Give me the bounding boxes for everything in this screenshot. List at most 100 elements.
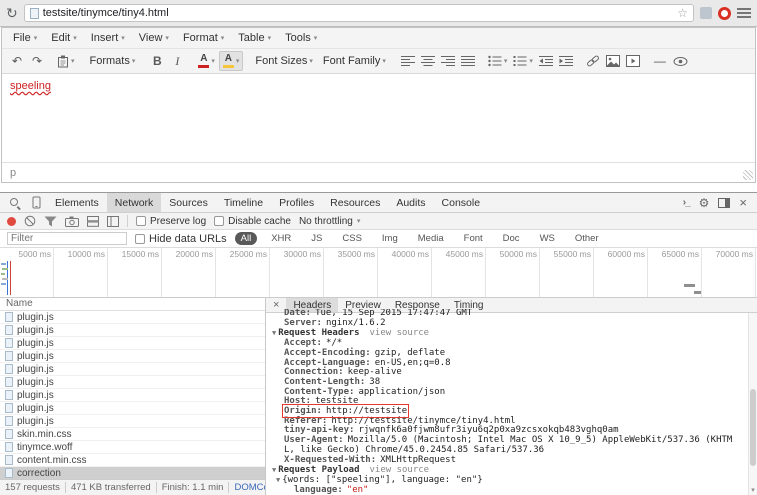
formats-dropdown[interactable]: Formats▾ xyxy=(85,51,141,71)
link-button[interactable] xyxy=(583,51,603,71)
outdent-button[interactable] xyxy=(536,51,556,71)
filter-funnel-icon[interactable] xyxy=(44,216,57,227)
name-column-header[interactable]: Name xyxy=(0,298,265,311)
preserve-log-toggle[interactable]: Preserve log xyxy=(136,216,206,227)
tab-console[interactable]: Console xyxy=(434,193,489,212)
device-mode-button[interactable] xyxy=(25,193,47,212)
view-source-link[interactable]: view source xyxy=(370,328,430,338)
image-button[interactable] xyxy=(603,51,623,71)
bookmark-star-icon[interactable]: ☆ xyxy=(677,7,688,19)
filter-type-xhr[interactable]: XHR xyxy=(265,232,297,245)
record-extension-icon[interactable] xyxy=(718,7,731,20)
media-button[interactable] xyxy=(623,51,643,71)
bullet-list-button[interactable]: ▾ xyxy=(485,51,511,71)
request-row[interactable]: plugin.js xyxy=(0,376,265,389)
element-path[interactable]: p xyxy=(10,167,16,179)
console-drawer-icon[interactable]: ›_ xyxy=(683,197,690,208)
align-center-button[interactable] xyxy=(418,51,438,71)
tab-profiles[interactable]: Profiles xyxy=(271,193,322,212)
backcolor-button[interactable]: A ▾ xyxy=(219,51,244,71)
filter-type-media[interactable]: Media xyxy=(412,232,450,245)
horizontal-rule-button[interactable]: — xyxy=(650,51,670,71)
throttling-dropdown[interactable]: No throttling▾ xyxy=(299,216,360,227)
menu-insert[interactable]: Insert▾ xyxy=(84,28,132,48)
request-row[interactable]: skin.min.css xyxy=(0,428,265,441)
filter-input[interactable] xyxy=(7,232,127,245)
request-row-selected[interactable]: correction xyxy=(0,467,265,479)
scrollbar-thumb[interactable] xyxy=(750,389,756,465)
preserve-log-checkbox[interactable] xyxy=(136,216,146,226)
filter-type-doc[interactable]: Doc xyxy=(497,232,526,245)
menu-table[interactable]: Table▾ xyxy=(231,28,278,48)
redo-button[interactable]: ↷ xyxy=(27,51,47,71)
misspelled-word[interactable]: speeling xyxy=(10,80,51,92)
filter-type-all[interactable]: All xyxy=(235,232,258,245)
filter-type-ws[interactable]: WS xyxy=(534,232,561,245)
hide-data-urls-toggle[interactable]: Hide data URLs xyxy=(135,233,227,245)
settings-gear-icon[interactable]: ⚙ xyxy=(699,197,710,209)
request-row[interactable]: plugin.js xyxy=(0,337,265,350)
numbered-list-button[interactable]: ▾ xyxy=(510,51,536,71)
italic-button[interactable]: I xyxy=(167,51,187,71)
filter-type-css[interactable]: CSS xyxy=(336,232,368,245)
network-overview-timeline[interactable]: 5000 ms 10000 ms 15000 ms 20000 ms 25000… xyxy=(0,248,757,298)
disable-cache-checkbox[interactable] xyxy=(214,216,224,226)
request-row[interactable]: plugin.js xyxy=(0,350,265,363)
extension-icon[interactable] xyxy=(700,7,712,19)
menu-view[interactable]: View▾ xyxy=(132,28,176,48)
font-family-dropdown[interactable]: Font Family▾ xyxy=(318,51,391,71)
camera-icon[interactable] xyxy=(65,216,79,227)
paste-button[interactable]: ▾ xyxy=(54,51,78,71)
bold-button[interactable]: B xyxy=(147,51,167,71)
disable-cache-toggle[interactable]: Disable cache xyxy=(214,216,291,227)
resize-handle[interactable] xyxy=(743,170,753,180)
clear-icon[interactable] xyxy=(24,215,36,227)
request-row[interactable]: plugin.js xyxy=(0,311,265,324)
browser-menu-icon[interactable] xyxy=(737,8,751,18)
font-sizes-dropdown[interactable]: Font Sizes▾ xyxy=(250,51,317,71)
align-left-button[interactable] xyxy=(398,51,418,71)
tab-resources[interactable]: Resources xyxy=(322,193,388,212)
filter-type-font[interactable]: Font xyxy=(458,232,489,245)
undo-button[interactable]: ↶ xyxy=(7,51,27,71)
request-row[interactable]: plugin.js xyxy=(0,389,265,402)
forecolor-button[interactable]: A ▾ xyxy=(194,51,219,71)
header-line: Server:nginx/1.6.2 xyxy=(272,319,743,329)
request-row[interactable]: plugin.js xyxy=(0,363,265,376)
request-row[interactable]: plugin.js xyxy=(0,415,265,428)
request-row[interactable]: plugin.js xyxy=(0,324,265,337)
devtools-close-icon[interactable]: × xyxy=(739,196,747,209)
tab-timeline[interactable]: Timeline xyxy=(216,193,271,212)
view-source-link[interactable]: view source xyxy=(370,465,430,475)
tab-audits[interactable]: Audits xyxy=(388,193,433,212)
request-headers-section[interactable]: ▼Request Headersview source xyxy=(272,329,743,339)
tab-elements[interactable]: Elements xyxy=(47,193,107,212)
inspect-element-button[interactable] xyxy=(3,193,25,212)
tab-network[interactable]: Network xyxy=(107,193,162,212)
request-row[interactable]: tinymce.woff xyxy=(0,441,265,454)
tab-sources[interactable]: Sources xyxy=(161,193,216,212)
detail-scrollbar[interactable]: ▾ xyxy=(748,313,757,495)
scroll-down-arrow-icon[interactable]: ▾ xyxy=(749,485,757,495)
timeline-view-icon[interactable] xyxy=(107,216,119,227)
preview-button[interactable] xyxy=(670,51,691,71)
request-row[interactable]: content.min.css xyxy=(0,454,265,467)
filter-type-js[interactable]: JS xyxy=(305,232,328,245)
filter-type-img[interactable]: Img xyxy=(376,232,404,245)
address-bar[interactable]: testsite/tinymce/tiny4.html ☆ xyxy=(24,4,694,22)
dock-side-icon[interactable] xyxy=(718,198,730,208)
large-rows-icon[interactable] xyxy=(87,216,99,227)
record-button[interactable] xyxy=(7,217,16,226)
hide-data-urls-checkbox[interactable] xyxy=(135,234,145,244)
menu-format[interactable]: Format▾ xyxy=(176,28,231,48)
menu-file[interactable]: File▾ xyxy=(6,28,44,48)
reload-button[interactable]: ↻ xyxy=(6,6,18,20)
menu-tools[interactable]: Tools▾ xyxy=(278,28,324,48)
editor-content-area[interactable]: speeling xyxy=(2,74,755,162)
align-justify-button[interactable] xyxy=(458,51,478,71)
filter-type-other[interactable]: Other xyxy=(569,232,605,245)
indent-button[interactable] xyxy=(556,51,576,71)
align-right-button[interactable] xyxy=(438,51,458,71)
request-row[interactable]: plugin.js xyxy=(0,402,265,415)
menu-edit[interactable]: Edit▾ xyxy=(44,28,83,48)
